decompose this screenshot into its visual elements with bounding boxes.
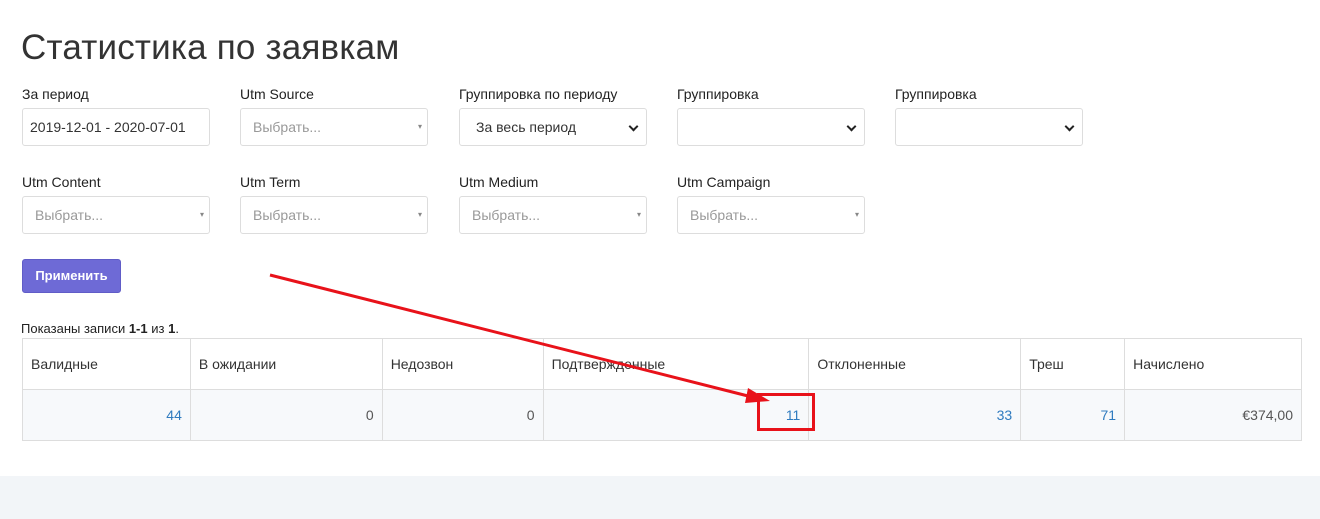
table-header-row: Валидные В ожидании Недозвон Подтвержден…: [22, 338, 1302, 390]
rejected-count-link[interactable]: 33: [808, 389, 1022, 441]
stats-table: Валидные В ожидании Недозвон Подтвержден…: [22, 338, 1302, 441]
caret-down-icon: ▾: [854, 210, 859, 219]
period-input[interactable]: 2019-12-01 - 2020-07-01: [22, 108, 210, 146]
utm-term-select[interactable]: Выбрать... ▾: [240, 196, 428, 234]
utm-content-select[interactable]: Выбрать... ▾: [22, 196, 210, 234]
group-by-period-value: За весь период: [476, 119, 577, 135]
utm-campaign-placeholder: Выбрать...: [690, 207, 759, 223]
table-row: 44 0 0 11 33 71 €374,00: [22, 389, 1302, 441]
utm-source-label: Utm Source: [240, 86, 314, 102]
utm-content-placeholder: Выбрать...: [35, 207, 104, 223]
utm-term-label: Utm Term: [240, 174, 301, 190]
chevron-down-icon: [1064, 121, 1075, 132]
grouping-1-label: Группировка: [677, 86, 759, 102]
column-header-trash[interactable]: Треш: [1020, 338, 1126, 390]
pending-count: 0: [189, 389, 383, 441]
summary-suffix: .: [175, 321, 179, 336]
summary-middle: из: [147, 321, 169, 336]
caret-down-icon: ▾: [417, 122, 422, 131]
period-label: За период: [22, 86, 89, 102]
caret-down-icon: ▾: [417, 210, 422, 219]
valid-count-link[interactable]: 44: [22, 389, 191, 441]
utm-medium-placeholder: Выбрать...: [472, 207, 541, 223]
footer-band: [0, 476, 1320, 519]
caret-down-icon: ▾: [636, 210, 641, 219]
group-by-period-label: Группировка по периоду: [459, 86, 618, 102]
utm-content-label: Utm Content: [22, 174, 101, 190]
utm-source-placeholder: Выбрать...: [253, 119, 322, 135]
page-title: Статистика по заявкам: [21, 28, 400, 67]
column-header-confirmed[interactable]: Подтвержденные: [542, 338, 810, 390]
summary-prefix: Показаны записи: [21, 321, 129, 336]
summary-range: 1-1: [128, 321, 148, 336]
utm-campaign-select[interactable]: Выбрать... ▾: [677, 196, 865, 234]
chevron-down-icon: [628, 121, 639, 132]
accrued-amount: €374,00: [1124, 389, 1302, 441]
grouping-2-select[interactable]: [895, 108, 1083, 146]
no-answer-count: 0: [381, 389, 544, 441]
utm-medium-select[interactable]: Выбрать... ▾: [459, 196, 647, 234]
annotation-highlight-box: [757, 393, 815, 431]
column-header-valid[interactable]: Валидные: [22, 338, 191, 390]
utm-term-placeholder: Выбрать...: [253, 207, 322, 223]
records-summary: Показаны записи 1-1 из 1.: [21, 321, 179, 336]
caret-down-icon: ▾: [199, 210, 204, 219]
column-header-no-answer[interactable]: Недозвон: [381, 338, 544, 390]
utm-source-select[interactable]: Выбрать... ▾: [240, 108, 428, 146]
utm-campaign-label: Utm Campaign: [677, 174, 771, 190]
grouping-1-select[interactable]: [677, 108, 865, 146]
annotation-arrow: [269, 273, 770, 403]
column-header-pending[interactable]: В ожидании: [189, 338, 383, 390]
column-header-accrued[interactable]: Начислено: [1124, 338, 1302, 390]
utm-medium-label: Utm Medium: [459, 174, 539, 190]
group-by-period-select[interactable]: За весь период: [459, 108, 647, 146]
apply-button[interactable]: Применить: [22, 259, 121, 293]
chevron-down-icon: [846, 121, 857, 132]
column-header-rejected[interactable]: Отклоненные: [808, 338, 1022, 390]
trash-count-link[interactable]: 71: [1020, 389, 1126, 441]
grouping-2-label: Группировка: [895, 86, 977, 102]
